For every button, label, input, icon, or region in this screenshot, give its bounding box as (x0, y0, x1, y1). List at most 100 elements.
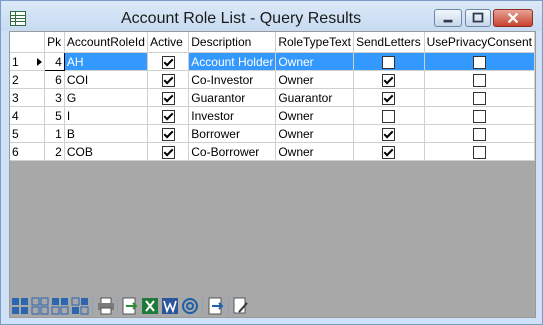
cell-useprivacyconsent[interactable] (424, 106, 536, 125)
cell-useprivacyconsent[interactable] (424, 52, 536, 71)
row-number: 3 (12, 90, 19, 105)
checkbox[interactable] (161, 73, 175, 87)
cell-sendletters[interactable] (353, 106, 425, 125)
checkbox[interactable] (472, 91, 486, 105)
cell-accountroleid[interactable]: COB (64, 142, 149, 161)
cell-active[interactable] (147, 70, 190, 89)
column-header-accountroleid[interactable]: AccountRoleId (64, 32, 149, 53)
checkbox[interactable] (161, 55, 175, 69)
cell-description[interactable]: Guarantor (188, 88, 277, 107)
cell-sendletters[interactable] (353, 52, 425, 71)
cell-sendletters[interactable] (353, 88, 425, 107)
table-row[interactable]: 5 1 B Borrower Owner (10, 124, 536, 143)
cell-roletypetext[interactable]: Owner (275, 52, 355, 71)
row-number: 4 (12, 108, 19, 123)
results-grid: Pk AccountRoleId Active Description Role… (10, 32, 536, 161)
cell-active[interactable] (147, 52, 190, 71)
table-row[interactable]: 3 3 G Guarantor Guarantor (10, 88, 536, 107)
bottom-toolbar (9, 293, 534, 319)
cell-sendletters[interactable] (353, 124, 425, 143)
cell-useprivacyconsent[interactable] (424, 142, 536, 161)
export-2-icon[interactable] (207, 297, 225, 315)
cell-accountroleid[interactable]: COI (64, 70, 149, 89)
row-index: 6 (10, 142, 46, 161)
row-number: 6 (12, 144, 19, 159)
column-header-useprivacyconsent[interactable]: UsePrivacyConsent (424, 32, 536, 53)
close-button[interactable] (493, 9, 533, 27)
checkbox[interactable] (382, 55, 396, 69)
cell-description[interactable]: Borrower (188, 124, 277, 143)
column-header-description[interactable]: Description (188, 32, 277, 53)
table-row[interactable]: 6 2 COB Co-Borrower Owner (10, 142, 536, 161)
table-row[interactable]: 1 4 AH Account Holder Owner (10, 52, 536, 71)
checkbox[interactable] (382, 91, 396, 105)
cell-roletypetext[interactable]: Owner (275, 124, 355, 143)
cell-roletypetext[interactable]: Guarantor (275, 88, 355, 107)
checkbox[interactable] (382, 127, 396, 141)
cell-pk[interactable]: 5 (44, 106, 65, 125)
checkbox[interactable] (382, 73, 396, 87)
toolbar-separator (202, 297, 203, 315)
cell-pk[interactable]: 3 (44, 88, 65, 107)
cell-description[interactable]: Investor (188, 106, 277, 125)
column-header-pk[interactable]: Pk (44, 32, 65, 53)
cell-roletypetext[interactable]: Owner (275, 142, 355, 161)
layout-3-icon[interactable] (51, 297, 69, 315)
cell-useprivacyconsent[interactable] (424, 124, 536, 143)
export-icon[interactable] (121, 297, 139, 315)
cell-pk[interactable]: 6 (44, 70, 65, 89)
cell-description[interactable]: Co-Investor (188, 70, 277, 89)
print-icon[interactable] (97, 297, 115, 315)
maximize-button[interactable] (465, 9, 491, 27)
checkbox[interactable] (472, 127, 486, 141)
cell-active[interactable] (147, 124, 190, 143)
email-icon[interactable] (181, 297, 199, 315)
layout-4-icon[interactable] (71, 297, 89, 315)
cell-description[interactable]: Co-Borrower (188, 142, 277, 161)
cell-roletypetext[interactable]: Owner (275, 106, 355, 125)
cell-accountroleid[interactable]: B (64, 124, 149, 143)
layout-1-icon[interactable] (11, 297, 29, 315)
cell-active[interactable] (147, 106, 190, 125)
minimize-button[interactable] (434, 9, 462, 27)
cell-sendletters[interactable] (353, 142, 425, 161)
checkbox[interactable] (472, 145, 486, 159)
title-bar[interactable]: Account Role List - Query Results (1, 1, 542, 31)
row-number: 2 (12, 72, 19, 87)
checkbox[interactable] (472, 109, 486, 123)
cell-active[interactable] (147, 142, 190, 161)
checkbox[interactable] (472, 73, 486, 87)
edit-document-icon[interactable] (232, 297, 250, 315)
excel-icon[interactable] (141, 297, 159, 315)
table-row[interactable]: 2 6 COI Co-Investor Owner (10, 70, 536, 89)
word-icon[interactable] (161, 297, 179, 315)
header-row: Pk AccountRoleId Active Description Role… (10, 32, 536, 53)
cell-accountroleid[interactable]: AH (64, 52, 149, 71)
checkbox[interactable] (382, 145, 396, 159)
cell-roletypetext[interactable]: Owner (275, 70, 355, 89)
checkbox[interactable] (161, 109, 175, 123)
layout-2-icon[interactable] (31, 297, 49, 315)
checkbox[interactable] (161, 91, 175, 105)
table-row[interactable]: 4 5 I Investor Owner (10, 106, 536, 125)
cell-accountroleid[interactable]: G (64, 88, 149, 107)
cell-pk[interactable]: 2 (44, 142, 65, 161)
column-header-sendletters[interactable]: SendLetters (353, 32, 425, 53)
column-header-active[interactable]: Active (147, 32, 190, 53)
column-header-roletypetext[interactable]: RoleTypeText (275, 32, 355, 53)
cell-sendletters[interactable] (353, 70, 425, 89)
cell-pk[interactable]: 4 (44, 52, 65, 71)
checkbox[interactable] (382, 109, 396, 123)
checkbox[interactable] (161, 145, 175, 159)
maximize-icon (472, 12, 484, 23)
checkbox[interactable] (472, 55, 486, 69)
cell-pk[interactable]: 1 (44, 124, 65, 143)
cell-useprivacyconsent[interactable] (424, 88, 536, 107)
cell-active[interactable] (147, 88, 190, 107)
row-index: 4 (10, 106, 46, 125)
cell-useprivacyconsent[interactable] (424, 70, 536, 89)
close-icon (507, 12, 519, 24)
cell-accountroleid[interactable]: I (64, 106, 149, 125)
cell-description[interactable]: Account Holder (188, 52, 277, 71)
checkbox[interactable] (161, 127, 175, 141)
